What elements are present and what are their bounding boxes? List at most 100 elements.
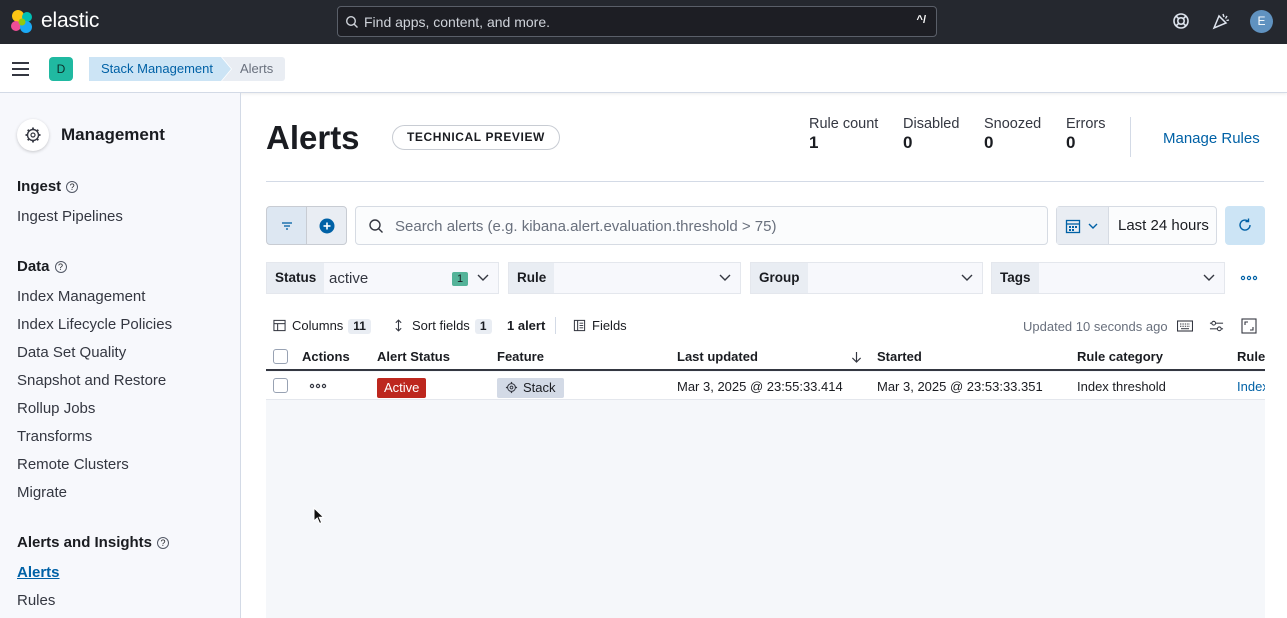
stat-errors[interactable]: Errors 0 (1066, 116, 1105, 153)
filter-icon (282, 222, 292, 230)
alerts-search-placeholder: Search alerts (e.g. kibana.alert.evaluat… (395, 218, 777, 235)
breadcrumb-stack-management[interactable]: Stack Management (89, 57, 231, 81)
display-settings-icon[interactable] (1209, 319, 1224, 333)
sidebar-title: Management (61, 125, 165, 144)
rule-filter-label: Rule (509, 263, 555, 293)
search-icon (369, 219, 383, 233)
cell-rule-category: Index threshold (1077, 379, 1166, 394)
sidebar-item-ingest-pipelines[interactable]: Ingest Pipelines (17, 208, 123, 225)
sidebar-item-alerts[interactable]: Alerts (17, 564, 60, 581)
sidebar-item-rules[interactable]: Rules (17, 592, 55, 609)
manage-rules-link[interactable]: Manage Rules (1163, 130, 1260, 147)
sidebar-item-index-management[interactable]: Index Management (17, 288, 145, 305)
news-feed-icon[interactable] (1211, 11, 1231, 31)
status-filter-count: 1 (452, 272, 468, 286)
sidebar-item-remote-clusters[interactable]: Remote Clusters (17, 456, 129, 473)
fields-button[interactable]: Fields (573, 318, 627, 333)
sidebar-item-data-set-quality[interactable]: Data Set Quality (17, 344, 126, 361)
fullscreen-icon[interactable] (1241, 318, 1257, 334)
sidebar-item-transforms[interactable]: Transforms (17, 428, 92, 445)
grid-header-row: Actions Alert Status Feature Last update… (266, 344, 1265, 371)
keyboard-shortcut-hint: ^/ (916, 14, 926, 26)
alerts-search-input[interactable]: Search alerts (e.g. kibana.alert.evaluat… (355, 206, 1048, 245)
columns-button[interactable]: Columns 11 (273, 318, 371, 334)
help-icon[interactable]: ? (66, 181, 79, 193)
filter-menu-button[interactable] (266, 206, 307, 245)
sort-descending-icon (851, 352, 862, 363)
refresh-button[interactable] (1225, 206, 1265, 245)
columns-count: 11 (348, 319, 371, 334)
keyboard-icon[interactable] (1177, 320, 1193, 332)
column-header-feature[interactable]: Feature (497, 349, 544, 364)
status-filter-control[interactable]: Status active 1 (266, 262, 499, 294)
status-badge: Active (377, 378, 427, 398)
more-actions-icon[interactable] (309, 382, 327, 390)
column-header-rule[interactable]: Rule (1237, 349, 1265, 364)
breadcrumb-bar: D Stack Management Alerts (0, 44, 1287, 93)
date-picker[interactable]: Last 24 hours (1056, 206, 1217, 245)
column-header-last-updated[interactable]: Last updated (677, 349, 758, 364)
gear-icon (505, 381, 518, 394)
status-filter-label: Status (267, 263, 325, 293)
help-icon[interactable]: ? (54, 261, 67, 273)
main-content: Alerts TECHNICAL PREVIEW Rule count 1 Di… (242, 93, 1287, 618)
sidebar-item-snapshot-and-restore[interactable]: Snapshot and Restore (17, 372, 166, 389)
status-filter-value: active (329, 270, 369, 287)
global-search-input[interactable]: Find apps, content, and more. ^/ (337, 6, 937, 37)
feature-badge: Stack (497, 378, 564, 398)
search-icon (345, 15, 358, 28)
space-selector[interactable]: D (49, 57, 73, 81)
column-header-rule-category[interactable]: Rule category (1077, 349, 1163, 364)
management-sidebar: Management Ingest? Ingest Pipelines Data… (0, 93, 241, 618)
column-header-started[interactable]: Started (877, 349, 922, 364)
rule-filter-control[interactable]: Rule (508, 262, 741, 294)
stat-snoozed[interactable]: Snoozed 0 (984, 116, 1041, 153)
table-row[interactable]: Active Stack Mar 3, 2025 @ 23:55:33.414 … (266, 372, 1265, 400)
plus-in-circle-icon (319, 218, 335, 234)
table-icon (273, 319, 286, 332)
header-divider (266, 181, 1264, 182)
sidebar-section-alerts-and-insights: Alerts and Insights? (17, 534, 170, 551)
group-filter-control[interactable]: Group (750, 262, 983, 294)
sidebar-section-data: Data? (17, 258, 67, 275)
group-filter-label: Group (751, 263, 808, 293)
column-header-actions[interactable]: Actions (302, 349, 350, 364)
sidebar-item-migrate[interactable]: Migrate (17, 484, 67, 501)
elastic-logo-icon[interactable] (9, 9, 35, 35)
cell-rule-link[interactable]: Index (1237, 379, 1265, 394)
tags-filter-control[interactable]: Tags (991, 262, 1225, 294)
sidebar-section-ingest: Ingest? (17, 178, 79, 195)
help-icon[interactable]: ? (157, 537, 170, 549)
select-all-checkbox[interactable] (273, 349, 288, 364)
date-range-label[interactable]: Last 24 hours (1118, 217, 1209, 234)
top-header: elastic Find apps, content, and more. ^/… (0, 0, 1287, 44)
calendar-icon (1065, 219, 1081, 234)
row-select-checkbox[interactable] (273, 378, 288, 393)
quick-select-button[interactable] (1057, 207, 1109, 244)
sort-fields-button[interactable]: Sort fields 1 (394, 318, 492, 334)
cell-last-updated: Mar 3, 2025 @ 23:55:33.414 (677, 379, 843, 394)
last-updated-text: Updated 10 seconds ago (1023, 319, 1168, 334)
sidebar-item-index-lifecycle-policies[interactable]: Index Lifecycle Policies (17, 316, 172, 333)
refresh-icon (1239, 218, 1251, 231)
menu-toggle-icon[interactable] (12, 62, 29, 76)
add-filter-button[interactable] (306, 206, 347, 245)
sort-icon (395, 319, 402, 332)
mouse-cursor-icon (313, 507, 325, 525)
technical-preview-badge[interactable]: TECHNICAL PREVIEW (392, 125, 560, 150)
breadcrumb-alerts: Alerts (222, 57, 286, 81)
cell-started: Mar 3, 2025 @ 23:53:33.351 (877, 379, 1043, 394)
stat-rule-count: Rule count 1 (809, 116, 879, 152)
column-header-alert-status[interactable]: Alert Status (377, 349, 450, 364)
stat-disabled[interactable]: Disabled 0 (903, 116, 959, 153)
tags-filter-label: Tags (992, 263, 1039, 293)
chevron-down-icon (1203, 274, 1215, 281)
more-controls-icon[interactable] (1240, 274, 1258, 282)
user-avatar[interactable]: E (1250, 10, 1273, 33)
page-title: Alerts (266, 119, 360, 156)
brand-name[interactable]: elastic (41, 9, 99, 33)
toolbar-divider (555, 317, 556, 334)
stats-divider (1130, 117, 1131, 157)
sidebar-item-rollup-jobs[interactable]: Rollup Jobs (17, 400, 95, 417)
help-icon[interactable] (1171, 11, 1191, 31)
